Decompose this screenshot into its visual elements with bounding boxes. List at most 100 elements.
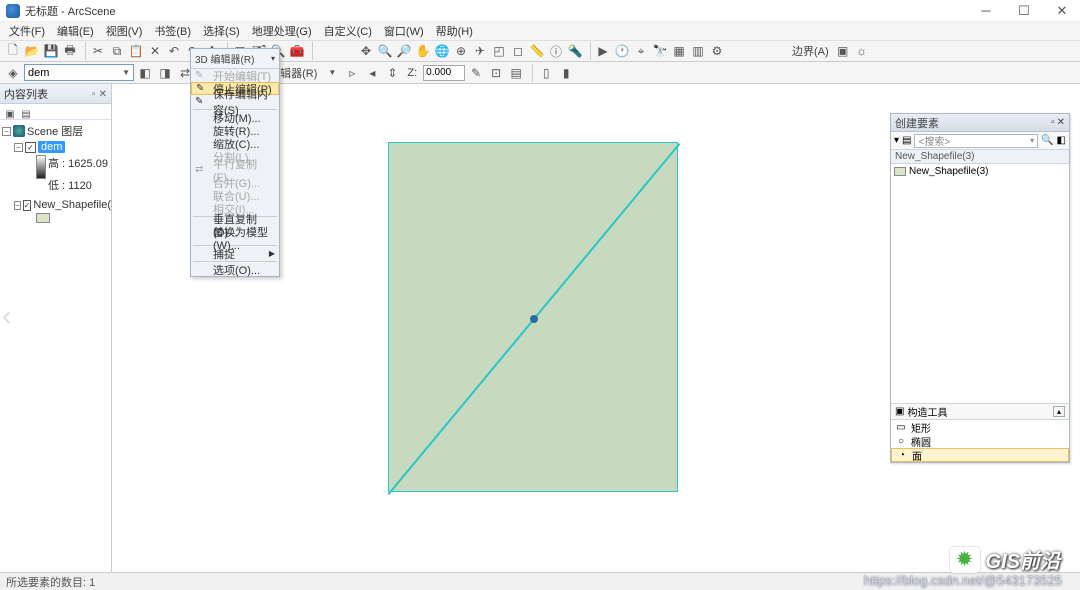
ctx-title: 3D 编辑器(R)▾	[191, 49, 279, 69]
ctx-options[interactable]: 选项(O)...	[191, 263, 279, 276]
z-value-input[interactable]: 0.000	[423, 65, 465, 81]
copy-icon[interactable]: ⧉	[108, 42, 126, 60]
config-icon[interactable]: ⚙	[708, 42, 726, 60]
create-features-panel: 创建要素 ▫✕ ▾ ▤ <搜索> ▾ 🔍 ◧ New_Shapefile(3) …	[890, 113, 1070, 463]
effects-icon[interactable]: ☼	[853, 42, 871, 60]
template-icon[interactable]: ▤	[902, 135, 911, 146]
print-icon[interactable]: 🖶	[61, 42, 79, 60]
collapse-icon[interactable]: −	[2, 127, 11, 136]
grid-icon[interactable]: ▦	[670, 42, 688, 60]
cp-search-input[interactable]: <搜索> ▾	[914, 134, 1038, 148]
menu-bookmarks[interactable]: 书签(B)	[149, 22, 196, 40]
undo-icon[interactable]: ↶	[165, 42, 183, 60]
cut-icon[interactable]: ✂	[89, 42, 107, 60]
title-bar: 无标题 - ArcScene ─ ☐ ✕	[0, 0, 1080, 22]
search-go-icon[interactable]: 🔍	[1041, 135, 1053, 146]
tool-polygon[interactable]: ◔面	[891, 448, 1069, 462]
target-icon[interactable]: ◨	[156, 64, 174, 82]
snap-icon[interactable]: ⊡	[487, 64, 505, 82]
ctx-replace-model[interactable]: 替换为模型(W)...	[191, 231, 279, 244]
measure-icon[interactable]: 📏	[528, 42, 546, 60]
binoculars-icon[interactable]: 🔭	[651, 42, 669, 60]
close-icon[interactable]: ✕	[99, 89, 107, 100]
layer-combo[interactable]: dem ▼	[24, 64, 134, 81]
attr-icon[interactable]: ▤	[507, 64, 525, 82]
menu-geoprocessing[interactable]: 地理处理(G)	[247, 22, 317, 40]
tool-rectangle[interactable]: ▭矩形	[891, 420, 1069, 434]
paste-icon[interactable]: 📋	[127, 42, 145, 60]
identify-icon[interactable]: ⓘ	[547, 42, 565, 60]
pin-icon[interactable]: ▫	[92, 89, 96, 100]
menu-view[interactable]: 视图(V)	[101, 22, 148, 40]
menu-file[interactable]: 文件(F)	[4, 22, 50, 40]
nav-icon[interactable]: ✥	[357, 42, 375, 60]
bookmark-icon[interactable]: ⌖	[632, 42, 650, 60]
menu-customize[interactable]: 自定义(C)	[319, 22, 377, 40]
shapefile-node[interactable]: − ✓ New_Shapefile(3)	[2, 198, 109, 212]
rectangle-icon: ▭	[895, 422, 907, 432]
cp-tools-list: ▭矩形 ○椭圆 ◔面	[891, 420, 1069, 462]
clear-sel-icon[interactable]: ◻	[509, 42, 527, 60]
new-icon[interactable]: 🗋	[4, 42, 22, 60]
menu-window[interactable]: 窗口(W)	[379, 22, 429, 40]
fly-icon[interactable]: ✈	[471, 42, 489, 60]
menu-selection[interactable]: 选择(S)	[198, 22, 245, 40]
close-icon[interactable]: ✕	[1057, 117, 1065, 128]
ctx-save-edits[interactable]: ✎保存编辑内容(S)	[191, 95, 279, 108]
prev-arrow-icon[interactable]: ‹	[2, 300, 11, 332]
collapse-icon[interactable]: −	[14, 201, 21, 210]
close-button[interactable]: ✕	[1050, 3, 1074, 19]
edit-vertical-icon[interactable]: ⇕	[383, 64, 401, 82]
edit-vertex-icon[interactable]: ◂	[363, 64, 381, 82]
menu-edit[interactable]: 编辑(E)	[52, 22, 99, 40]
cp-tools-header: ▣构造工具 ▴	[891, 404, 1069, 420]
zoom-in-icon[interactable]: 🔍	[376, 42, 394, 60]
source-icon[interactable]: ◧	[136, 64, 154, 82]
sketch-icon[interactable]: ✎	[467, 64, 485, 82]
select-icon[interactable]: ◰	[490, 42, 508, 60]
cp-template-item[interactable]: New_Shapefile(3)	[892, 165, 1068, 178]
options-icon[interactable]: ◧	[1057, 135, 1066, 146]
shapefile-checkbox[interactable]: ✓	[23, 200, 32, 211]
maximize-button[interactable]: ☐	[1012, 3, 1036, 19]
edit-pointer-icon[interactable]: ▹	[343, 64, 361, 82]
collapse-icon[interactable]: −	[14, 143, 23, 152]
chevron-down-icon[interactable]: ▼	[323, 64, 341, 82]
save-icon[interactable]: 💾	[42, 42, 60, 60]
dem-label: dem	[38, 141, 65, 153]
edge-icon[interactable]: ▣	[834, 42, 852, 60]
menu-help[interactable]: 帮助(H)	[431, 22, 478, 40]
open-icon[interactable]: 📂	[23, 42, 41, 60]
dem-checkbox[interactable]: ✓	[25, 142, 36, 153]
chart-icon[interactable]: ▥	[689, 42, 707, 60]
filter-icon[interactable]: ▾	[894, 135, 899, 146]
delete-icon[interactable]: ✕	[146, 42, 164, 60]
ctx-snap[interactable]: 捕捉▶	[191, 247, 279, 260]
editing-polygon[interactable]	[388, 142, 678, 492]
find-icon[interactable]: 🔦	[566, 42, 584, 60]
vertex-handle[interactable]	[530, 315, 538, 323]
window-title: 无标题 - ArcScene	[25, 3, 974, 19]
create-feat-icon[interactable]: ▯	[537, 64, 555, 82]
minimize-button[interactable]: ─	[974, 3, 998, 19]
layer-icon[interactable]: ◈	[4, 64, 22, 82]
full-extent-icon[interactable]: 🌐	[433, 42, 451, 60]
z-label: Z:	[403, 67, 421, 79]
cp-title-label: 创建要素	[895, 115, 939, 131]
dem-node[interactable]: − ✓ dem	[2, 140, 109, 154]
pointer-icon[interactable]: ▶	[594, 42, 612, 60]
scene-node[interactable]: − Scene 图层	[2, 122, 109, 140]
dock-icon[interactable]: ▫	[1051, 117, 1055, 128]
pan-icon[interactable]: ✋	[414, 42, 432, 60]
toc-mini-toolbar: ▣ ▤	[0, 104, 111, 120]
edge-label: 边界(A)	[788, 43, 833, 59]
zoom-target-icon[interactable]: ⊕	[452, 42, 470, 60]
tool-ellipse[interactable]: ○椭圆	[891, 434, 1069, 448]
expand-icon[interactable]: ▴	[1053, 406, 1065, 417]
time-icon[interactable]: 🕐	[613, 42, 631, 60]
edit-feat-icon[interactable]: ▮	[557, 64, 575, 82]
toolbox-icon[interactable]: 🧰	[288, 42, 306, 60]
editor-toolbar: ◈ dem ▼ ◧ ◨ ⇄ 3D 编辑器(R) ▼ ▹ ◂ ⇕ Z: 0.000…	[0, 62, 1080, 84]
zoom-out-icon[interactable]: 🔎	[395, 42, 413, 60]
app-icon	[6, 4, 20, 18]
